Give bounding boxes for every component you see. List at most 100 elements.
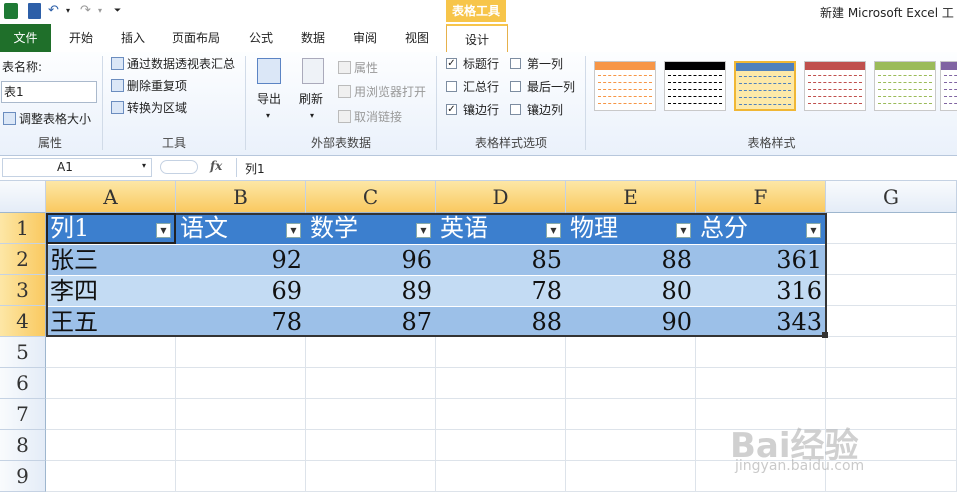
undo-dropdown-icon[interactable]: ▾ bbox=[66, 3, 74, 19]
column-header[interactable]: C bbox=[306, 181, 436, 213]
name-box[interactable]: A1 bbox=[2, 158, 152, 177]
style-thumb-line bbox=[598, 96, 652, 98]
row-header[interactable]: 1 bbox=[0, 213, 46, 244]
header-row-checkbox[interactable]: ✓ bbox=[446, 58, 457, 69]
column-header[interactable]: A bbox=[46, 181, 176, 213]
open-in-browser-label: 用浏览器打开 bbox=[354, 85, 427, 99]
column-header[interactable]: F bbox=[696, 181, 826, 213]
last-column-checkbox[interactable] bbox=[510, 81, 521, 92]
table-style-thumb[interactable] bbox=[804, 61, 866, 111]
first-column-checkbox[interactable] bbox=[510, 58, 521, 69]
row-header[interactable]: 3 bbox=[0, 275, 46, 306]
select-all-corner[interactable] bbox=[0, 181, 46, 213]
style-thumb-line bbox=[739, 97, 791, 99]
export-button[interactable]: 导出 ▾ bbox=[252, 56, 286, 128]
gridline-horizontal bbox=[46, 398, 957, 399]
row-header[interactable]: 4 bbox=[0, 306, 46, 337]
table-style-thumb[interactable] bbox=[664, 61, 726, 111]
style-thumb-header bbox=[736, 63, 794, 71]
table-style-thumb[interactable] bbox=[874, 61, 936, 111]
tab-page-layout[interactable]: 页面布局 bbox=[168, 24, 224, 52]
convert-to-range-button[interactable]: 转换为区域 bbox=[111, 100, 187, 116]
tab-insert[interactable]: 插入 bbox=[118, 24, 148, 52]
tab-formulas[interactable]: 公式 bbox=[246, 24, 276, 52]
export-dropdown-icon: ▾ bbox=[266, 111, 271, 120]
resize-table-icon bbox=[3, 112, 16, 125]
style-thumb-line bbox=[944, 82, 957, 84]
style-thumb-header bbox=[595, 62, 655, 70]
undo-icon[interactable]: ↶ bbox=[48, 3, 62, 19]
title-bar: ↶ ▾ ↷ ▾ ⏷ 表格工具 新建 Microsoft Excel 工 bbox=[0, 0, 957, 24]
pivot-summarize-button[interactable]: 通过数据透视表汇总 bbox=[111, 56, 235, 72]
tab-review[interactable]: 审阅 bbox=[350, 24, 380, 52]
window-title: 新建 Microsoft Excel 工 bbox=[820, 6, 954, 20]
properties-icon bbox=[338, 61, 351, 74]
row-header[interactable]: 6 bbox=[0, 368, 46, 399]
redo-dropdown-icon[interactable]: ▾ bbox=[98, 3, 106, 19]
unlink-button[interactable]: 取消链接 bbox=[338, 109, 402, 125]
tab-data[interactable]: 数据 bbox=[298, 24, 328, 52]
resize-table-button[interactable]: 调整表格大小 bbox=[3, 111, 91, 127]
remove-duplicates-icon bbox=[111, 79, 124, 92]
table-style-thumb[interactable] bbox=[734, 61, 796, 111]
table-name-input[interactable]: 表1 bbox=[1, 81, 97, 103]
tab-view[interactable]: 视图 bbox=[402, 24, 432, 52]
formula-bar-handle[interactable] bbox=[160, 160, 198, 174]
table-style-thumb[interactable] bbox=[940, 61, 957, 111]
last-column-label: 最后一列 bbox=[527, 80, 576, 94]
row-header[interactable]: 7 bbox=[0, 399, 46, 430]
style-thumb-header bbox=[665, 62, 725, 70]
remove-duplicates-button[interactable]: 删除重复项 bbox=[111, 78, 187, 94]
style-thumb-line bbox=[668, 82, 722, 84]
style-thumb-line bbox=[878, 103, 932, 105]
row-header[interactable]: 2 bbox=[0, 244, 46, 275]
column-header[interactable]: D bbox=[436, 181, 566, 213]
refresh-label: 刷新 bbox=[299, 92, 324, 106]
column-header[interactable]: E bbox=[566, 181, 696, 213]
tab-file[interactable]: 文件 bbox=[0, 24, 51, 52]
resize-table-label: 调整表格大小 bbox=[19, 112, 92, 126]
active-cell-outline bbox=[46, 213, 176, 244]
style-thumb-line bbox=[808, 96, 862, 98]
column-header[interactable]: B bbox=[176, 181, 306, 213]
tab-home[interactable]: 开始 bbox=[66, 24, 96, 52]
save-icon[interactable] bbox=[28, 3, 41, 19]
column-header[interactable]: G bbox=[826, 181, 957, 213]
style-thumb-line bbox=[878, 96, 932, 98]
style-thumb-line bbox=[808, 89, 862, 91]
banded-rows-checkbox[interactable]: ✓ bbox=[446, 104, 457, 115]
row-header[interactable]: 9 bbox=[0, 461, 46, 492]
insert-function-icon[interactable]: fx bbox=[210, 159, 222, 173]
formula-input[interactable]: 列1 bbox=[245, 160, 265, 177]
total-row-checkbox[interactable] bbox=[446, 81, 457, 92]
style-thumb-line bbox=[598, 82, 652, 84]
row-header[interactable]: 8 bbox=[0, 430, 46, 461]
customize-toolbar-icon[interactable]: ⏷ bbox=[114, 3, 122, 19]
table-styles-group-label: 表格样式 bbox=[747, 136, 796, 150]
banded-columns-checkbox[interactable] bbox=[510, 104, 521, 115]
resize-handle-icon[interactable] bbox=[822, 332, 828, 338]
name-box-dropdown-icon[interactable]: ▾ bbox=[142, 161, 146, 170]
table-style-thumb[interactable] bbox=[594, 61, 656, 111]
style-thumb-header bbox=[805, 62, 865, 70]
style-thumb-line bbox=[808, 82, 862, 84]
ribbon: 表名称: 表1 调整表格大小 属性 通过数据透视表汇总 删除重复项 转换为区域 … bbox=[0, 52, 957, 156]
style-thumb-line bbox=[808, 103, 862, 105]
external-data-group-label: 外部表数据 bbox=[310, 136, 371, 150]
style-thumb-line bbox=[598, 75, 652, 77]
style-thumb-line bbox=[739, 104, 791, 106]
style-thumb-line bbox=[944, 75, 957, 77]
refresh-button[interactable]: 刷新 ▾ bbox=[296, 56, 330, 128]
style-thumb-line bbox=[878, 89, 932, 91]
tab-design[interactable]: 设计 bbox=[446, 24, 508, 53]
gridline-horizontal bbox=[46, 491, 957, 492]
style-thumb-line bbox=[668, 89, 722, 91]
external-properties-button[interactable]: 属性 bbox=[338, 60, 378, 76]
open-in-browser-button[interactable]: 用浏览器打开 bbox=[338, 84, 426, 100]
refresh-dropdown-icon: ▾ bbox=[310, 111, 315, 120]
style-thumb-line bbox=[944, 103, 957, 105]
row-header[interactable]: 5 bbox=[0, 337, 46, 368]
gridline-horizontal bbox=[46, 367, 957, 368]
table-name-label: 表名称: bbox=[2, 60, 43, 74]
redo-icon[interactable]: ↷ bbox=[80, 3, 94, 19]
